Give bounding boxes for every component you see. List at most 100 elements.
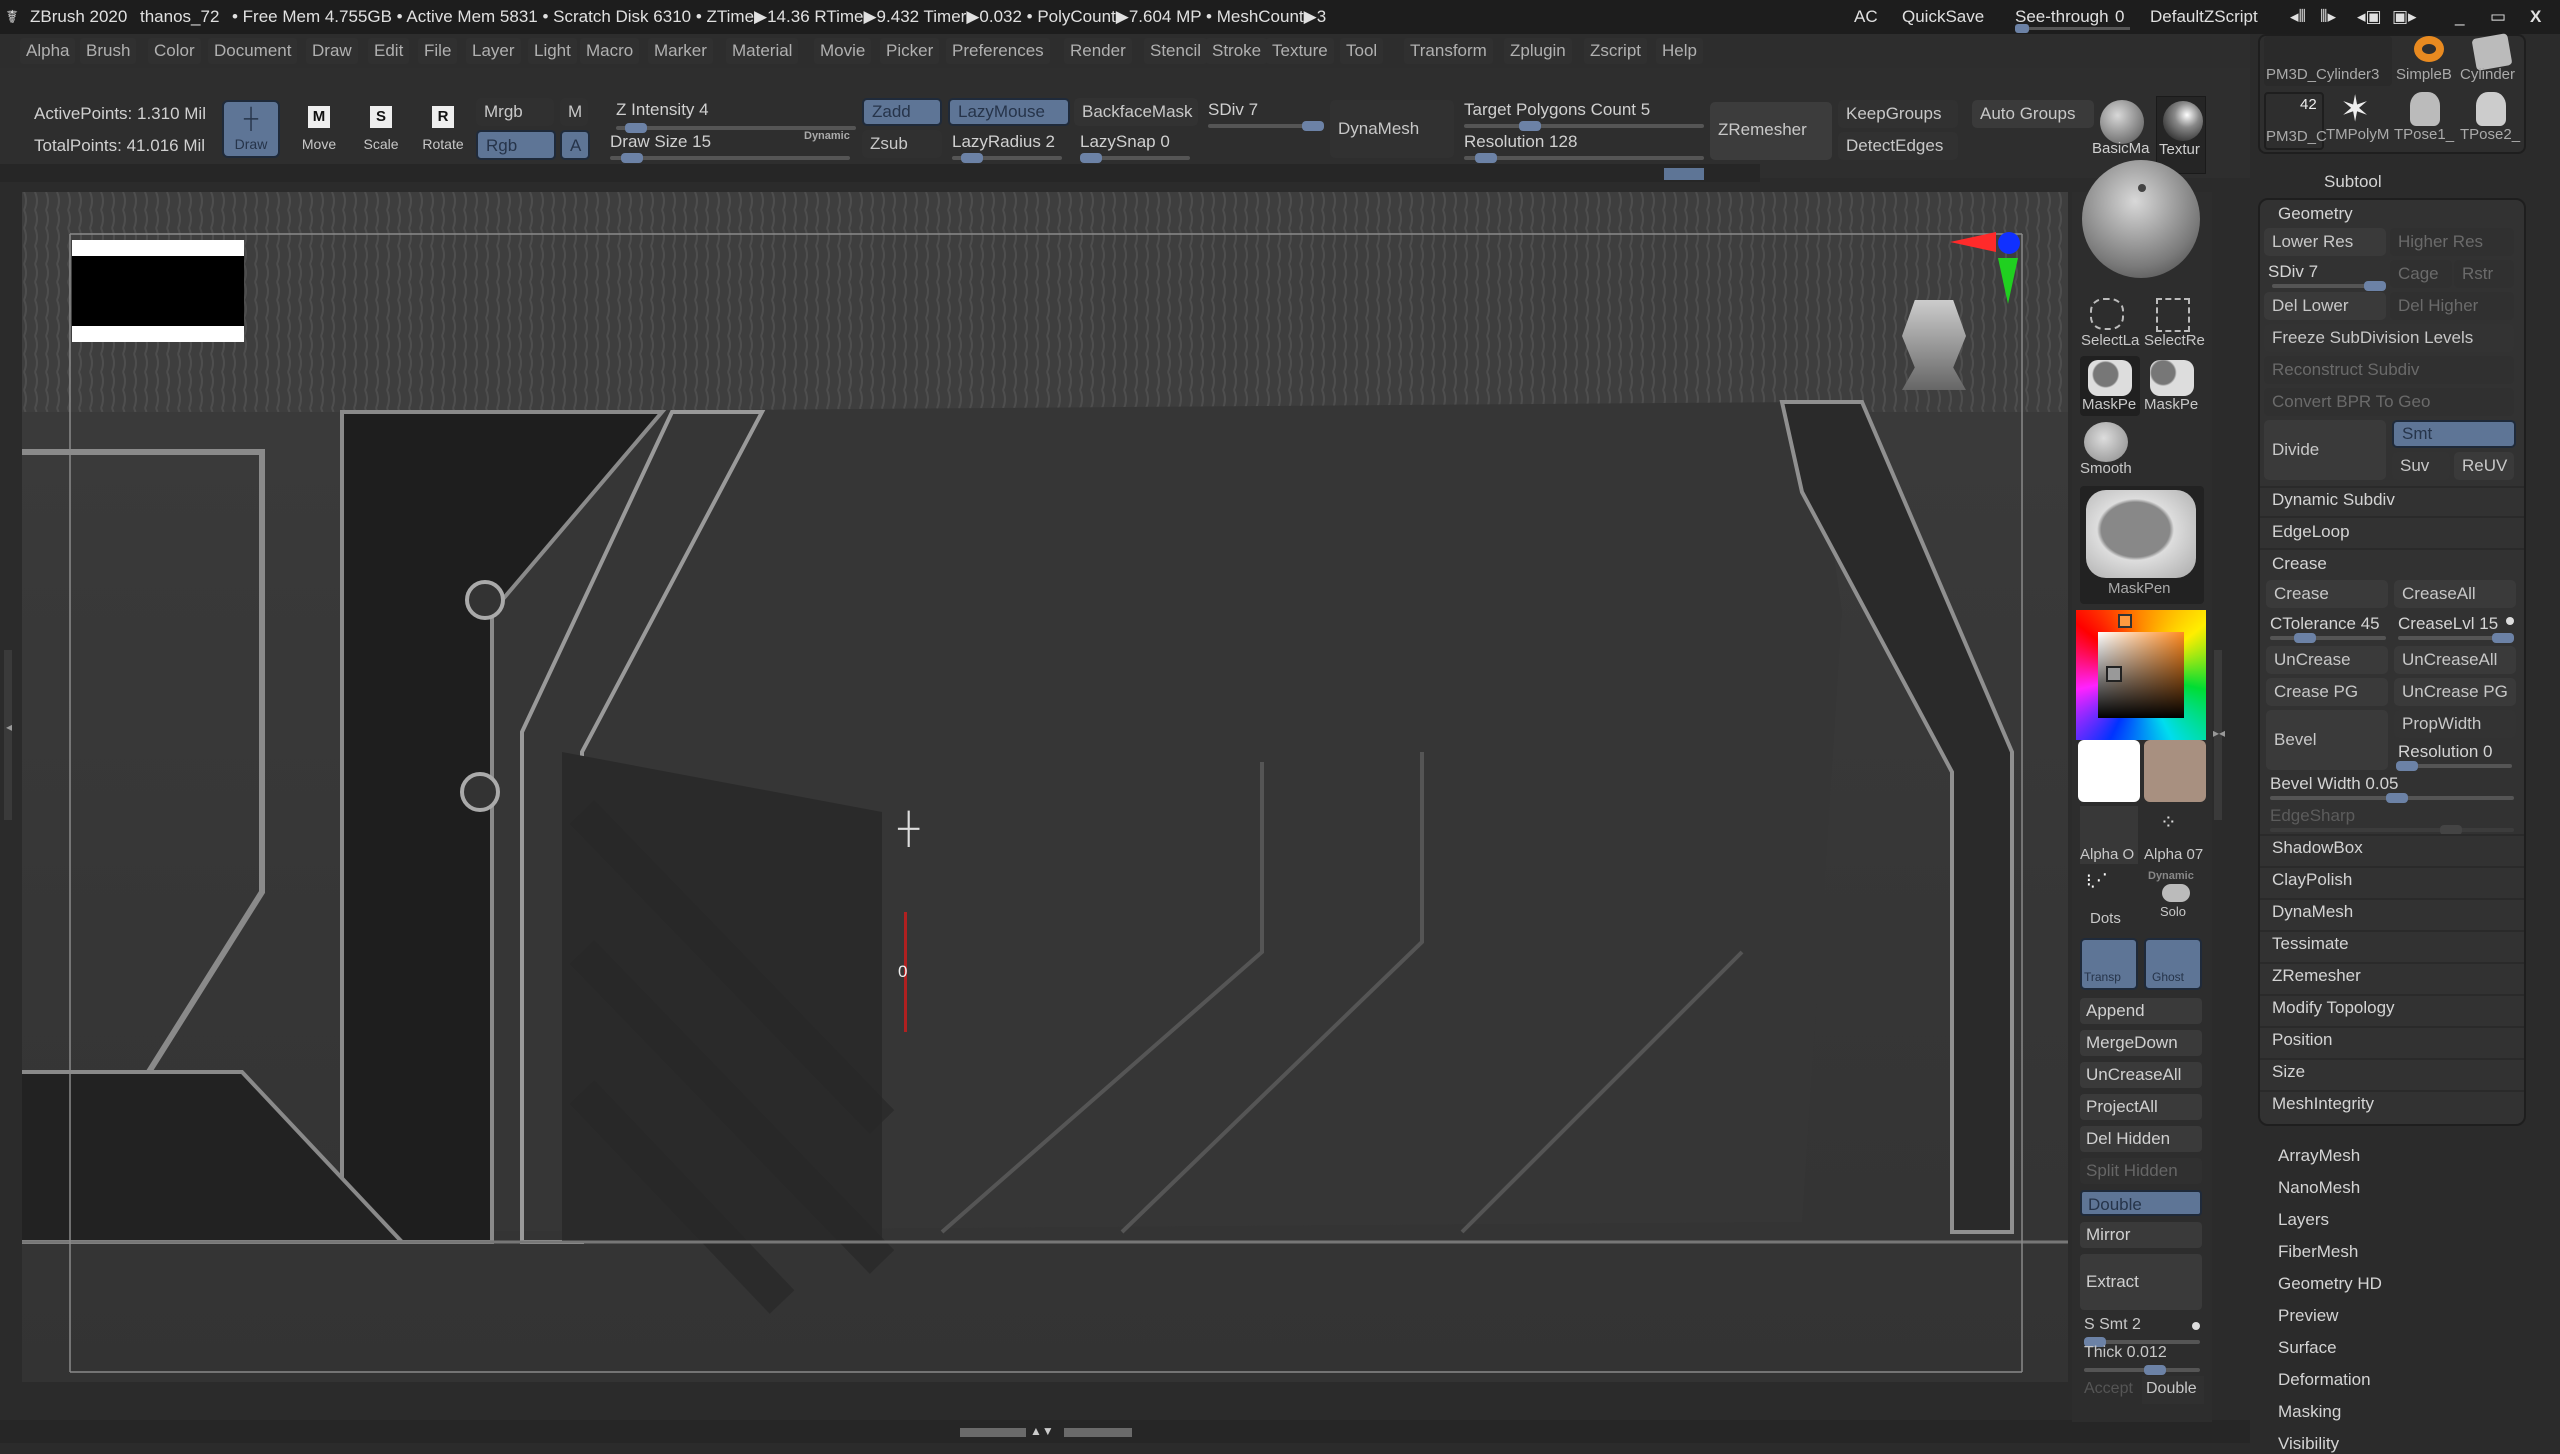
hue-selector[interactable] [2118, 614, 2132, 628]
restore-icon[interactable]: ▭ [2490, 7, 2506, 27]
menu-texture[interactable]: Texture [1266, 38, 1334, 64]
rotate-button[interactable]: R Rotate [414, 100, 472, 158]
convert-bpr-button[interactable]: Convert BPR To Geo [2264, 388, 2514, 416]
bevel-width-slider[interactable] [2270, 793, 2514, 803]
split-hidden-button[interactable]: Split Hidden [2080, 1158, 2202, 1184]
material-sphere-icon[interactable] [2082, 160, 2200, 278]
zsub-button[interactable]: Zsub [862, 130, 942, 158]
menu-tool[interactable]: Tool [1340, 38, 1384, 64]
geometry-section-claypolish[interactable]: ClayPolish [2272, 870, 2352, 890]
tray-left-icon[interactable]: ◂⦀ [2290, 7, 2306, 27]
right-tray-toggle-icon[interactable]: ▸◂ [2213, 726, 2225, 740]
menu-stencil[interactable]: Stencil [1144, 38, 1208, 64]
tool-section-deformation[interactable]: Deformation [2278, 1370, 2371, 1390]
edgeloop-section[interactable]: EdgeLoop [2272, 522, 2350, 542]
crease-section[interactable]: Crease [2272, 554, 2327, 574]
smt-toggle[interactable]: Smt [2392, 420, 2516, 448]
ghost-button[interactable]: Ghost [2144, 938, 2202, 990]
double-extract-button[interactable]: Double [2142, 1376, 2204, 1404]
geometry-section-position[interactable]: Position [2272, 1030, 2332, 1050]
creaselvl-dot-icon[interactable] [2506, 617, 2514, 625]
menu-zplugin[interactable]: Zplugin [1504, 38, 1572, 64]
solo-dynamic-toggle[interactable]: Dynamic Solo [2146, 870, 2204, 930]
menu-edit[interactable]: Edit [368, 38, 410, 64]
light-position-icon[interactable] [2138, 184, 2146, 192]
geometry-section-meshintegrity[interactable]: MeshIntegrity [2272, 1094, 2374, 1114]
menu-draw[interactable]: Draw [306, 38, 358, 64]
bevel-resolution-slider[interactable] [2396, 761, 2512, 771]
menu-render[interactable]: Render [1064, 38, 1132, 64]
sdiv-slider[interactable] [1208, 121, 1324, 131]
basic-material-icon[interactable] [2100, 100, 2144, 144]
geometry-section-shadowbox[interactable]: ShadowBox [2272, 838, 2363, 858]
extract-button[interactable]: Extract [2080, 1254, 2202, 1310]
rgb-button[interactable]: Rgb [476, 130, 556, 160]
subtool-section[interactable]: Subtool [2324, 172, 2382, 192]
lazysnap-slider[interactable] [1080, 153, 1190, 163]
head-gizmo-icon[interactable] [1902, 300, 1966, 390]
draw-button[interactable]: ┼ Draw [222, 100, 280, 158]
see-through-slider[interactable] [2015, 24, 2130, 33]
menu-zscript[interactable]: Zscript [1584, 38, 1647, 64]
menu-alpha[interactable]: Alpha [20, 38, 76, 64]
edgesharp-slider[interactable] [2270, 825, 2514, 835]
accept-button[interactable]: Accept [2084, 1380, 2133, 1398]
see-through-knob[interactable] [2015, 24, 2029, 33]
menu-stroke[interactable]: Stroke [1206, 38, 1268, 64]
tool-thumb-tpose2[interactable]: TPose2_ [2458, 92, 2524, 150]
bottom-scroll-left[interactable] [960, 1428, 1026, 1437]
main-color-swatch[interactable] [2078, 740, 2140, 802]
ctolerance-slider[interactable] [2270, 633, 2386, 643]
navigation-gizmo[interactable] [1902, 262, 1972, 422]
geometry-header[interactable]: Geometry [2278, 204, 2353, 224]
menu-movie[interactable]: Movie [814, 38, 872, 64]
uncreaseall-shelf-button[interactable]: UnCreaseAll [2080, 1062, 2202, 1088]
tool-section-arraymesh[interactable]: ArrayMesh [2278, 1146, 2360, 1166]
del-higher-button[interactable]: Del Higher [2390, 292, 2514, 320]
tool-section-masking[interactable]: Masking [2278, 1402, 2341, 1422]
thick-knob[interactable] [2144, 1365, 2166, 1375]
alpha-07-slot[interactable]: ⁘ Alpha 07 [2144, 806, 2204, 864]
lower-res-button[interactable]: Lower Res [2264, 228, 2386, 256]
uncrease-pg-button[interactable]: UnCrease PG [2394, 678, 2516, 706]
mergedown-button[interactable]: MergeDown [2080, 1030, 2202, 1056]
append-button[interactable]: Append [2080, 998, 2202, 1024]
detectedges-button[interactable]: DetectEdges [1838, 132, 1958, 160]
tool-thumb-cylinder[interactable]: Cylinder [2460, 33, 2526, 86]
menu-layer[interactable]: Layer [466, 38, 521, 64]
dynamic-subdiv-section[interactable]: Dynamic Subdiv [2272, 490, 2395, 510]
zremesher-button[interactable]: ZRemesher [1710, 102, 1832, 160]
uncreaseall-button[interactable]: UnCreaseAll [2394, 646, 2516, 674]
bevel-width-knob[interactable] [2386, 793, 2408, 803]
select-rect-icon[interactable] [2156, 298, 2190, 332]
tray-right-icon[interactable]: ⦀▸ [2320, 7, 2336, 27]
menu-marker[interactable]: Marker [648, 38, 713, 64]
resolution-knob[interactable] [1474, 153, 1497, 163]
dynamic-toggle[interactable]: Dynamic [804, 130, 850, 142]
dots-stroke[interactable]: ⁝⋰ Dots [2080, 870, 2138, 930]
crease-pg-button[interactable]: Crease PG [2266, 678, 2388, 706]
reuv-toggle[interactable]: ReUV [2454, 452, 2514, 480]
tool-section-surface[interactable]: Surface [2278, 1338, 2337, 1358]
tool-section-layers[interactable]: Layers [2278, 1210, 2329, 1230]
geometry-section-dynamesh[interactable]: DynaMesh [2272, 902, 2353, 922]
projectall-button[interactable]: ProjectAll [2080, 1094, 2202, 1120]
cage-button[interactable]: Cage [2390, 260, 2452, 288]
lazymouse-button[interactable]: LazyMouse [948, 98, 1070, 126]
freeze-subdivision-button[interactable]: Freeze SubDivision Levels [2264, 324, 2514, 352]
color-picker-wheel[interactable] [2076, 610, 2206, 740]
draw-size-slider[interactable] [610, 153, 850, 163]
smooth-brush-icon[interactable] [2084, 422, 2128, 462]
del-hidden-button[interactable]: Del Hidden [2080, 1126, 2202, 1152]
texture-slot[interactable]: Textur [2156, 96, 2206, 174]
layout-left-icon[interactable]: ◂▣ [2357, 7, 2382, 27]
crease-button[interactable]: Crease [2266, 580, 2388, 608]
menu-macro[interactable]: Macro [580, 38, 640, 64]
ac-button[interactable]: AC [1854, 7, 1878, 27]
creaselvl-knob[interactable] [2492, 633, 2514, 643]
mirror-button[interactable]: Mirror [2080, 1222, 2202, 1248]
mask-pen-brush-2[interactable]: MaskPe [2144, 356, 2204, 416]
menu-transform[interactable]: Transform [1404, 38, 1493, 64]
sdiv-geometry-knob[interactable] [2364, 281, 2386, 291]
creaselvl-slider[interactable] [2398, 633, 2514, 643]
